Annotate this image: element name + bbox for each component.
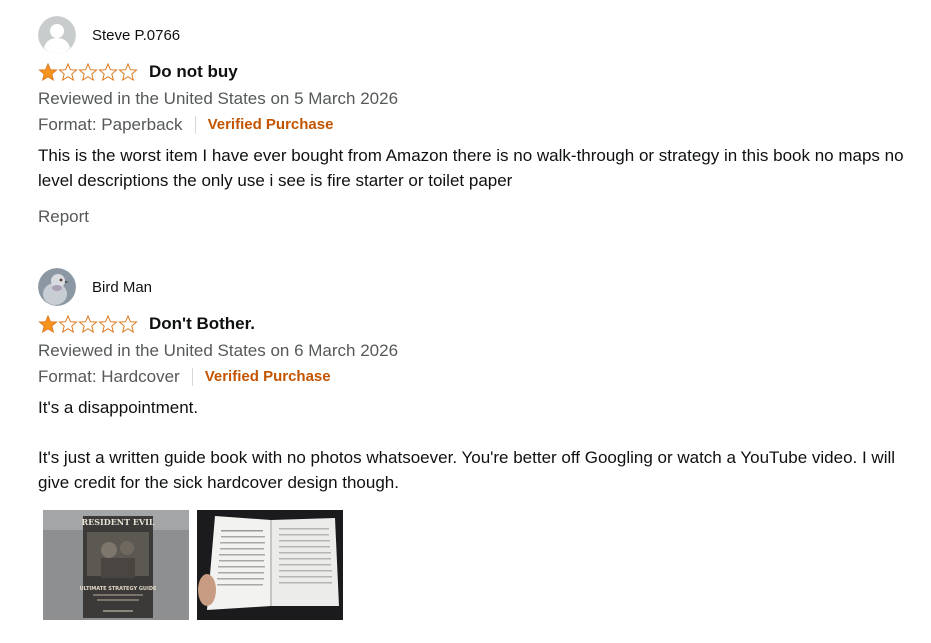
reviewer-profile[interactable]: Steve P.0766 bbox=[38, 16, 918, 54]
pigeon-avatar-icon bbox=[38, 268, 76, 306]
divider bbox=[191, 368, 193, 386]
review-title[interactable]: Don't Bother. bbox=[149, 314, 255, 334]
star-empty-icon bbox=[58, 63, 78, 81]
avatar[interactable] bbox=[38, 268, 76, 306]
review-date: Reviewed in the United States on 6 March… bbox=[38, 341, 399, 360]
review-body: This is the worst item I have ever bough… bbox=[38, 143, 918, 193]
star-empty-icon bbox=[118, 315, 138, 333]
book-pages-photo-icon bbox=[197, 510, 343, 620]
avatar[interactable] bbox=[38, 16, 76, 54]
star-rating[interactable] bbox=[38, 315, 138, 333]
default-avatar-icon bbox=[38, 16, 76, 54]
review-date: Reviewed in the United States on 5 March… bbox=[38, 89, 399, 108]
cover-title-text: RESIDENT EVIL bbox=[81, 517, 154, 527]
book-cover-photo-icon: RESIDENT EVIL ULTIMATE STRATEGY GUIDE bbox=[43, 510, 189, 620]
verified-purchase-badge: Verified Purchase bbox=[207, 116, 334, 133]
reviewer-name[interactable]: Steve P.0766 bbox=[92, 27, 180, 44]
review-paragraph: It's just a written guide book with no p… bbox=[38, 448, 896, 492]
reviewer-profile[interactable]: Bird Man bbox=[38, 268, 918, 306]
star-filled-icon bbox=[38, 63, 58, 81]
review: Bird Man Don't Bother. Reviewed in the U… bbox=[38, 268, 918, 620]
star-rating[interactable] bbox=[38, 63, 138, 81]
review-images: RESIDENT EVIL ULTIMATE STRATEGY GUIDE bbox=[43, 510, 918, 620]
star-empty-icon bbox=[118, 63, 138, 81]
star-empty-icon bbox=[78, 63, 98, 81]
review: Steve P.0766 Do not buy Reviewed in the … bbox=[38, 16, 918, 227]
verified-purchase-badge: Verified Purchase bbox=[204, 368, 331, 385]
review-paragraph: It's a disappointment. bbox=[38, 398, 199, 417]
cover-subtitle-text: ULTIMATE STRATEGY GUIDE bbox=[80, 586, 157, 592]
divider bbox=[194, 116, 196, 134]
format-label[interactable]: Format: Paperback bbox=[38, 114, 183, 136]
star-filled-icon bbox=[38, 315, 58, 333]
review-paragraph: This is the worst item I have ever bough… bbox=[38, 146, 904, 190]
review-body: It's a disappointment. It's just a writt… bbox=[38, 395, 918, 495]
review-title[interactable]: Do not buy bbox=[149, 62, 238, 82]
star-empty-icon bbox=[98, 63, 118, 81]
review-image-book-pages[interactable] bbox=[197, 510, 343, 620]
star-empty-icon bbox=[78, 315, 98, 333]
format-label[interactable]: Format: Hardcover bbox=[38, 366, 180, 388]
reviewer-name[interactable]: Bird Man bbox=[92, 279, 152, 296]
report-link[interactable]: Report bbox=[38, 207, 918, 227]
star-empty-icon bbox=[58, 315, 78, 333]
star-empty-icon bbox=[98, 315, 118, 333]
review-image-book-cover[interactable]: RESIDENT EVIL ULTIMATE STRATEGY GUIDE bbox=[43, 510, 189, 620]
